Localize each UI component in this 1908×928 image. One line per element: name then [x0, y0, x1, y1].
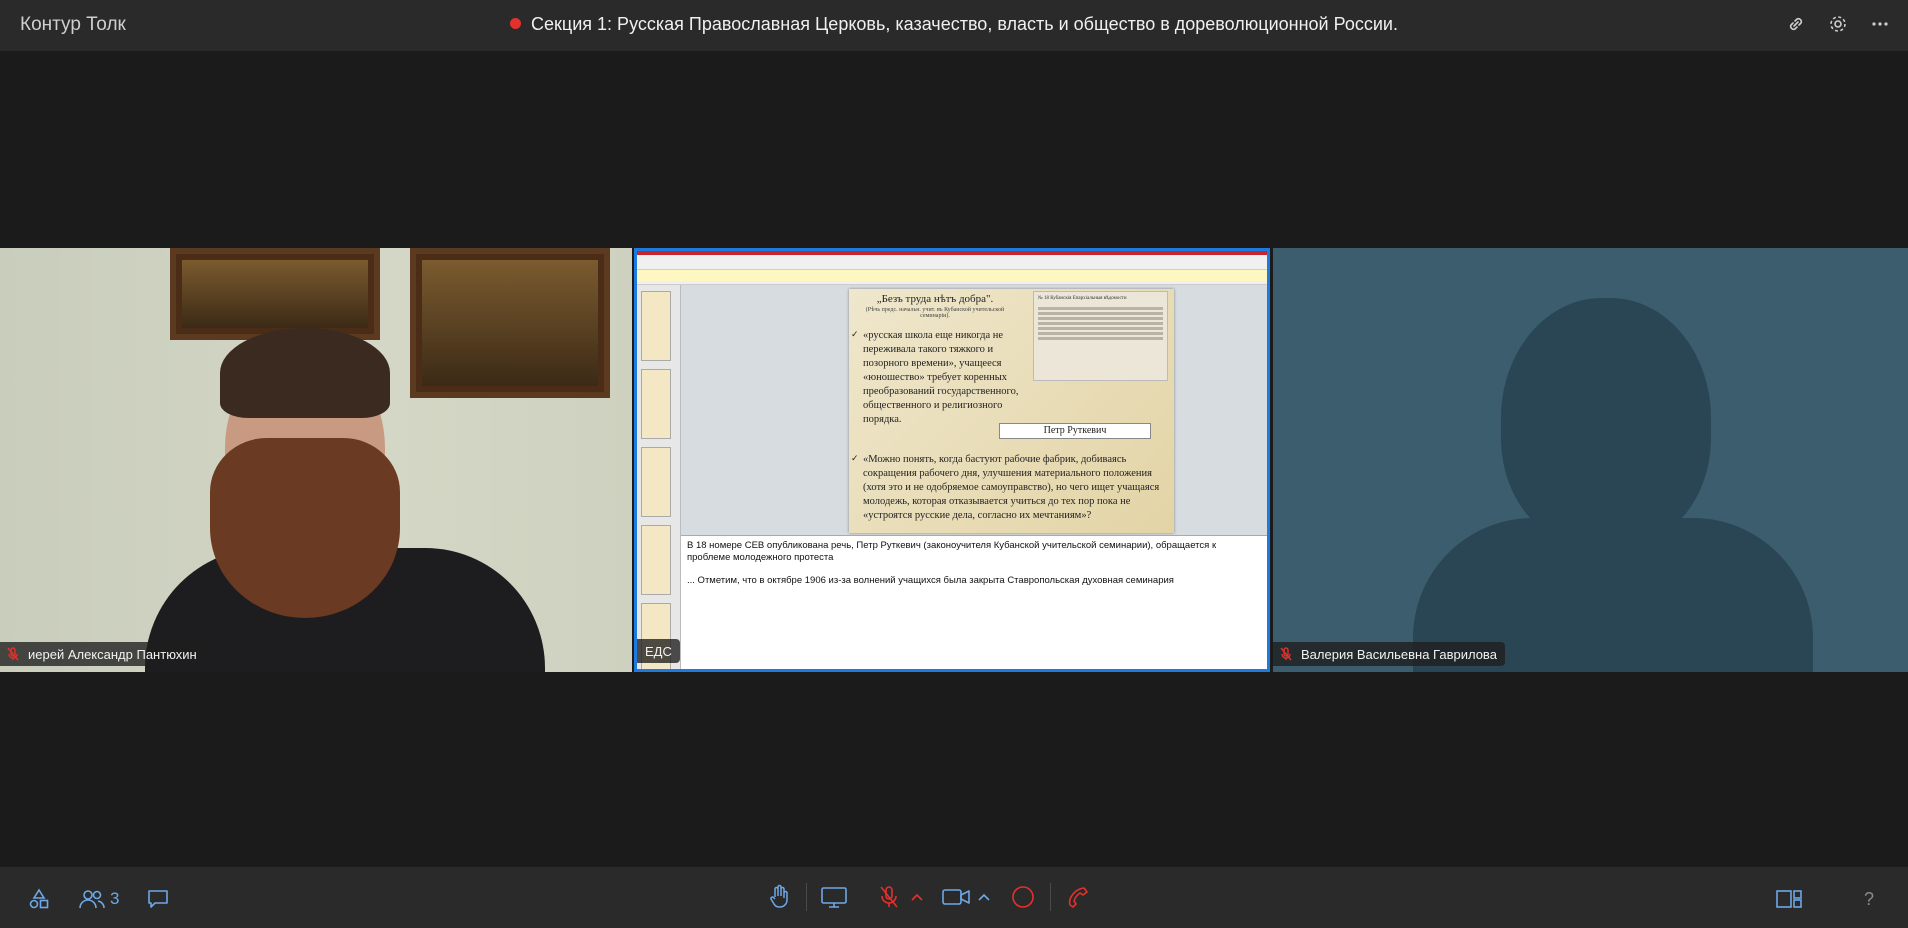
slide-title: „Безъ труда нѣтъ добра".	[876, 293, 994, 305]
meeting-title: Секция 1: Русская Православная Церковь, …	[0, 14, 1908, 35]
slide: „Безъ труда нѣтъ добра". (Рѣчь предс. на…	[849, 289, 1174, 533]
participant-name-tag: ЕДС	[637, 639, 680, 663]
more-icon[interactable]	[1870, 13, 1890, 35]
avatar-silhouette-head	[1501, 298, 1711, 548]
check-icon: ✓	[851, 453, 859, 463]
notes-line: ... Отметим, что в октябре 1906 из-за во…	[687, 575, 1174, 586]
recording-indicator-icon	[510, 18, 522, 29]
video-tile-participant-3[interactable]: Валерия Васильевна Гаврилова	[1273, 248, 1908, 672]
wall-icon-image	[410, 248, 610, 398]
slide-quote-2: «Можно понять, когда бастуют рабочие фаб…	[863, 454, 1160, 521]
slide-area: „Безъ труда нѣтъ добра". (Рѣчь предс. на…	[681, 285, 1267, 535]
participant-name-tag: Валерия Васильевна Гаврилова	[1273, 642, 1505, 666]
top-bar: Контур Толк Секция 1: Русская Православн…	[0, 0, 1908, 51]
bottom-toolbar: 3 ?	[0, 867, 1908, 928]
participants-count: 3	[110, 889, 120, 908]
participant-name: Валерия Васильевна Гаврилова	[1301, 646, 1497, 662]
video-tile-participant-1[interactable]: иерей Александр Пантюхин	[0, 248, 632, 672]
presentation-toolbar	[637, 251, 1267, 285]
layout-icon[interactable]	[1774, 884, 1804, 914]
meeting-title-text: Секция 1: Русская Православная Церковь, …	[531, 14, 1398, 34]
speaker-notes: В 18 номере СЕВ опубликована речь, Петр …	[681, 535, 1267, 669]
microphone-muted-icon[interactable]	[874, 882, 904, 912]
mic-muted-icon	[4, 645, 22, 663]
protected-view-bar	[637, 269, 1267, 281]
top-actions	[1786, 13, 1890, 35]
chat-icon[interactable]	[143, 884, 173, 914]
apps-icon[interactable]	[24, 884, 54, 914]
screen-share-icon[interactable]	[819, 882, 849, 912]
person-hair	[220, 328, 390, 418]
notes-line: В 18 номере СЕВ опубликована речь, Петр …	[687, 540, 1217, 563]
help-icon[interactable]: ?	[1854, 884, 1884, 914]
participants-button[interactable]: 3	[78, 884, 119, 914]
participant-name: ЕДС	[645, 643, 672, 659]
chevron-up-icon[interactable]	[977, 882, 991, 912]
hang-up-icon[interactable]	[1063, 882, 1093, 912]
record-icon[interactable]	[1008, 882, 1038, 912]
video-stage: иерей Александр Пантюхин „Безъ труда нѣт…	[0, 248, 1908, 672]
slide-subtitle: (Рѣчь предс. начальн. учит. въ Кубанской…	[865, 307, 1005, 319]
slide-quote-1: «русская школа еще никогда не переживала…	[863, 330, 1019, 425]
video-tile-screen-share[interactable]: „Безъ труда нѣтъ добра". (Рѣчь предс. на…	[634, 248, 1270, 672]
link-icon[interactable]	[1786, 13, 1806, 35]
raise-hand-icon[interactable]	[764, 882, 794, 912]
camera-icon[interactable]	[941, 882, 971, 912]
mic-muted-icon	[1277, 645, 1295, 663]
check-icon: ✓	[851, 329, 859, 339]
chevron-up-icon[interactable]	[910, 882, 924, 912]
newspaper-title: № 18 Кубанскія Епархіальныя вѣдомости	[1038, 296, 1127, 301]
slide-author: Петр Руткевич	[999, 423, 1151, 439]
participant-name: иерей Александр Пантюхин	[28, 646, 197, 662]
slide-thumbnails	[637, 285, 681, 669]
participant-name-tag: иерей Александр Пантюхин	[0, 642, 205, 666]
newspaper-clipping: № 18 Кубанскія Епархіальныя вѣдомости	[1033, 291, 1168, 381]
wall-icon-image	[170, 248, 380, 340]
person-beard	[210, 438, 400, 618]
gear-icon[interactable]	[1828, 13, 1848, 35]
